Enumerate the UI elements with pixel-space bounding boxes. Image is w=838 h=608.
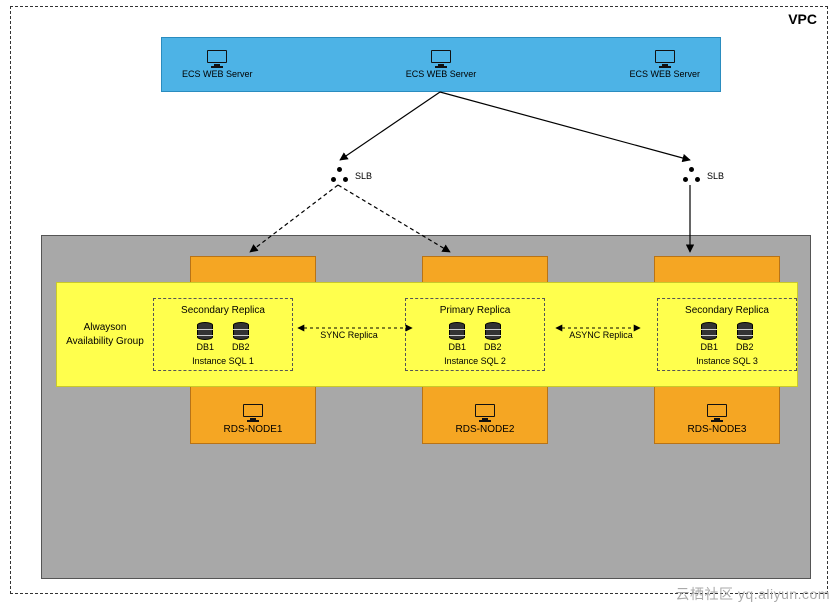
replica-3-db1: DB1	[700, 322, 718, 352]
ecs-label-1: ECS WEB Server	[182, 69, 253, 79]
replica-3: Secondary Replica DB1 DB2 Instance SQL 3	[657, 298, 797, 371]
slb-icon	[331, 167, 349, 185]
monitor-icon	[655, 50, 675, 66]
database-icon	[197, 322, 213, 340]
ecs-web-server-band: ECS WEB Server ECS WEB Server ECS WEB Se…	[161, 37, 721, 92]
rds-node-label-3: RDS-NODE3	[688, 424, 747, 435]
link-async: ASYNC Replica	[545, 330, 657, 340]
ecs-label-2: ECS WEB Server	[406, 69, 477, 79]
replica-3-title: Secondary Replica	[685, 305, 769, 316]
availability-group: Alwayson Availability Group Secondary Re…	[56, 282, 798, 387]
replica-1-title: Secondary Replica	[181, 305, 265, 316]
slb-label-2: SLB	[707, 171, 724, 181]
ecs-label-3: ECS WEB Server	[629, 69, 700, 79]
ecs-server-2: ECS WEB Server	[406, 50, 477, 79]
rds-node-label-2: RDS-NODE2	[456, 424, 515, 435]
replica-3-instance: Instance SQL 3	[696, 356, 758, 366]
vpc-container: VPC ECS WEB Server ECS WEB Server ECS WE…	[10, 6, 828, 594]
monitor-icon	[207, 50, 227, 66]
replica-1-db1: DB1	[196, 322, 214, 352]
replica-2-db2: DB2	[484, 322, 502, 352]
monitor-icon	[431, 50, 451, 66]
group-title-line1: Alwayson	[84, 322, 127, 333]
database-icon	[485, 322, 501, 340]
slb-icon	[683, 167, 701, 185]
group-title: Alwayson Availability Group	[57, 321, 153, 349]
rds-node-label-1: RDS-NODE1	[224, 424, 283, 435]
monitor-icon	[707, 404, 727, 420]
replica-1-db2: DB2	[232, 322, 250, 352]
slb-2: SLB	[683, 167, 724, 185]
group-title-line2: Availability Group	[66, 336, 144, 347]
monitor-icon	[475, 404, 495, 420]
replica-1-instance: Instance SQL 1	[192, 356, 254, 366]
link-sync: SYNC Replica	[293, 330, 405, 340]
replica-2-title: Primary Replica	[440, 305, 511, 316]
database-icon	[737, 322, 753, 340]
database-icon	[701, 322, 717, 340]
replica-1: Secondary Replica DB1 DB2 Instance SQL 1	[153, 298, 293, 371]
database-icon	[449, 322, 465, 340]
vpc-label: VPC	[788, 11, 817, 27]
ecs-server-3: ECS WEB Server	[629, 50, 700, 79]
replica-2-instance: Instance SQL 2	[444, 356, 506, 366]
monitor-icon	[243, 404, 263, 420]
slb-label-1: SLB	[355, 171, 372, 181]
watermark: 云栖社区 yq.aliyun.com	[676, 584, 830, 604]
rds-cluster-box: RDS-NODE1 RDS-NODE2 RDS-NODE3 Alwayson A…	[41, 235, 811, 579]
slb-1: SLB	[331, 167, 372, 185]
database-icon	[233, 322, 249, 340]
replica-2: Primary Replica DB1 DB2 Instance SQL 2	[405, 298, 545, 371]
replica-2-db1: DB1	[448, 322, 466, 352]
replica-3-db2: DB2	[736, 322, 754, 352]
ecs-server-1: ECS WEB Server	[182, 50, 253, 79]
